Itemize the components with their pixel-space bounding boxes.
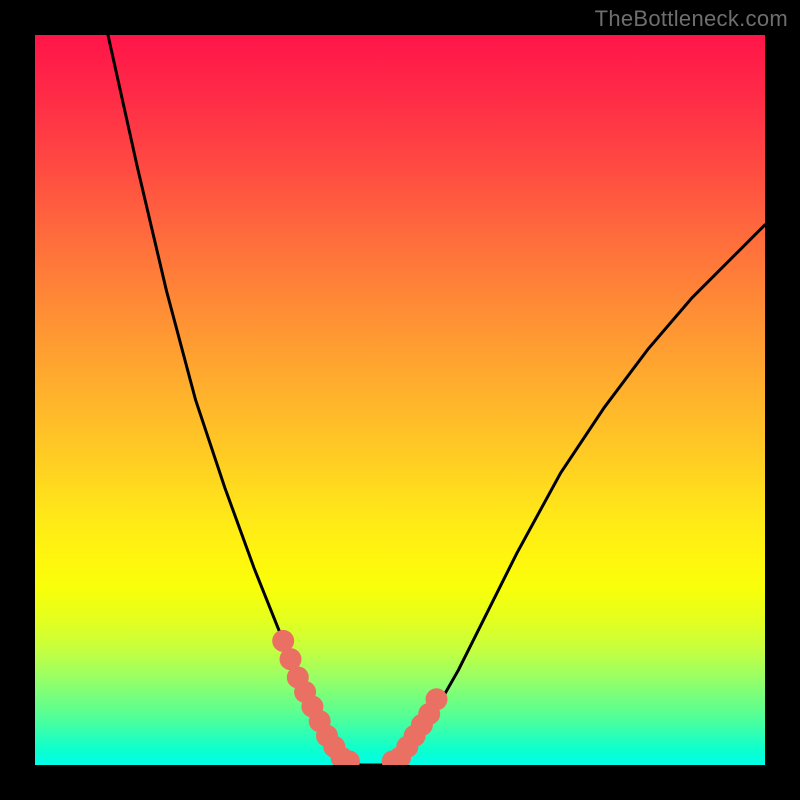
curve-left: [108, 35, 342, 761]
marker-dot: [426, 688, 448, 710]
chart-plot-area: [35, 35, 765, 765]
marker-band-left: [272, 630, 360, 765]
curve-right: [400, 225, 765, 762]
chart-svg: [35, 35, 765, 765]
watermark-label: TheBottleneck.com: [595, 6, 788, 32]
marker-band-right: [382, 688, 448, 765]
